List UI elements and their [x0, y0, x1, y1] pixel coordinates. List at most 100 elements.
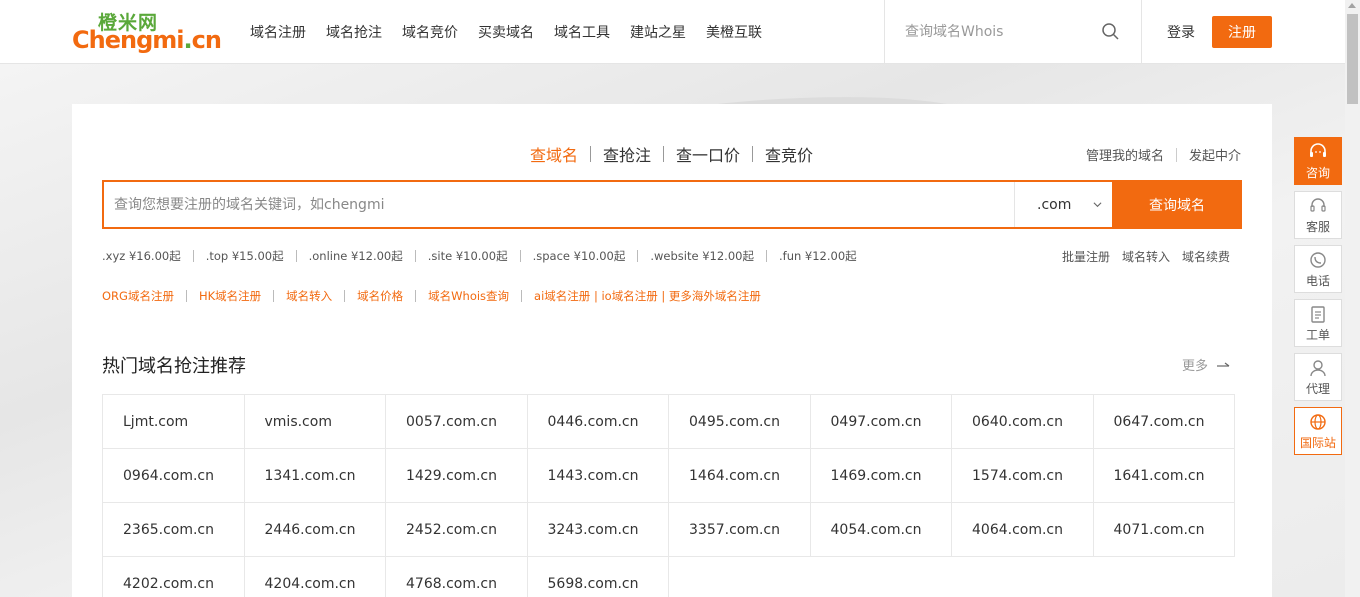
sidebar-agent[interactable]: 代理 — [1294, 353, 1342, 401]
sidebar-support-label: 客服 — [1305, 219, 1330, 234]
sidebar-consult-label: 咨询 — [1305, 165, 1330, 180]
hot-domain-cell[interactable]: 3243.com.cn — [526, 502, 669, 557]
floating-service-bar: 咨询 客服 电话 工单 代理 国际站 — [1294, 137, 1342, 461]
hot-domain-cell[interactable]: 4054.com.cn — [809, 502, 952, 557]
bulk-register-link[interactable]: 批量注册 — [1062, 248, 1110, 265]
quick-links: 批量注册 域名转入 域名续费 — [1050, 248, 1230, 265]
page-scrollbar[interactable] — [1345, 0, 1360, 597]
nav-domain-snap[interactable]: 域名抢注 — [326, 22, 382, 42]
manage-my-domains-link[interactable]: 管理我的域名 — [1086, 145, 1164, 164]
hot-domain-cell[interactable]: 0497.com.cn — [809, 394, 952, 449]
tld-selected-value: .com — [1037, 196, 1072, 213]
more-label: 更多 — [1182, 359, 1209, 374]
arrow-right-icon — [1217, 362, 1230, 367]
domain-keyword-input[interactable] — [114, 194, 994, 216]
hot-domain-cell[interactable]: 0057.com.cn — [385, 394, 528, 449]
chevron-down-icon — [1093, 202, 1102, 208]
nav-domain-tools[interactable]: 域名工具 — [554, 22, 610, 42]
search-domain-button[interactable]: 查询域名 — [1112, 180, 1242, 229]
nav-meicheng[interactable]: 美橙互联 — [706, 22, 762, 42]
price-space[interactable]: .space ¥10.00起 — [533, 248, 626, 264]
hot-domain-cell[interactable]: 1341.com.cn — [243, 448, 386, 503]
hot-domain-cell[interactable]: 0647.com.cn — [1092, 394, 1235, 449]
hot-domain-cell[interactable]: 4071.com.cn — [1092, 502, 1235, 557]
hot-domain-cell[interactable]: 1469.com.cn — [809, 448, 952, 503]
price-divider — [414, 250, 416, 262]
hot-domain-cell[interactable]: 2452.com.cn — [385, 502, 528, 557]
tab-search-snap[interactable]: 查抢注 — [603, 142, 651, 166]
sidebar-support[interactable]: 客服 — [1294, 191, 1342, 239]
hot-domain-cell[interactable]: 1443.com.cn — [526, 448, 669, 503]
ticket-icon — [1311, 305, 1325, 323]
sidebar-phone[interactable]: 电话 — [1294, 245, 1342, 293]
hot-domain-cell[interactable]: 4064.com.cn — [951, 502, 1094, 557]
hot-domain-cell[interactable]: 4204.com.cn — [243, 556, 386, 597]
hot-domain-cell[interactable]: vmis.com — [243, 394, 386, 449]
overseas-domains-link[interactable]: ai域名注册 | io域名注册 | 更多海外域名注册 — [534, 288, 761, 304]
sidebar-ticket[interactable]: 工单 — [1294, 299, 1342, 347]
price-online[interactable]: .online ¥12.00起 — [309, 248, 403, 264]
sidebar-international[interactable]: 国际站 — [1294, 407, 1342, 455]
hot-domain-cell[interactable]: 0640.com.cn — [951, 394, 1094, 449]
hot-domain-cell[interactable]: 5698.com.cn — [526, 556, 669, 597]
hot-domain-cell[interactable]: 0964.com.cn — [102, 448, 245, 503]
register-button[interactable]: 注册 — [1212, 16, 1272, 48]
tld-select[interactable]: .com — [1014, 182, 1112, 227]
hot-domain-cell[interactable]: 3357.com.cn — [668, 502, 811, 557]
promo-links: ORG域名注册 HK域名注册 域名转入 域名价格 域名Whois查询 ai域名注… — [102, 288, 761, 304]
domain-renew-link[interactable]: 域名续费 — [1182, 248, 1230, 265]
agent-icon — [1310, 359, 1326, 376]
search-icon[interactable] — [1101, 22, 1121, 42]
domain-transfer-link[interactable]: 域名转入 — [1122, 248, 1170, 265]
scroll-thumb[interactable] — [1347, 14, 1358, 104]
price-fun[interactable]: .fun ¥12.00起 — [779, 248, 857, 264]
price-website[interactable]: .website ¥12.00起 — [650, 248, 754, 264]
domain-search-bar: .com 查询域名 — [102, 180, 1242, 229]
hot-domain-cell[interactable]: 1429.com.cn — [385, 448, 528, 503]
more-link[interactable]: 更多 — [1182, 355, 1230, 374]
nav-domain-auction[interactable]: 域名竞价 — [402, 22, 458, 42]
sidebar-consult[interactable]: 咨询 — [1294, 137, 1342, 185]
hot-domain-cell[interactable]: 4768.com.cn — [385, 556, 528, 597]
hot-domain-cell[interactable]: 1464.com.cn — [668, 448, 811, 503]
org-register-link[interactable]: ORG域名注册 — [102, 288, 174, 304]
nav-buy-sell[interactable]: 买卖域名 — [478, 22, 534, 42]
sidebar-ticket-label: 工单 — [1305, 327, 1330, 342]
main-nav: 域名注册 域名抢注 域名竞价 买卖域名 域名工具 建站之星 美橙互联 — [250, 0, 782, 64]
headset-icon — [1310, 142, 1326, 157]
price-site[interactable]: .site ¥10.00起 — [428, 248, 508, 264]
promo-divider — [415, 290, 417, 302]
price-top[interactable]: .top ¥15.00起 — [206, 248, 284, 264]
promo-divider — [521, 290, 523, 302]
globe-icon — [1310, 413, 1326, 430]
hot-domain-cell[interactable]: 1574.com.cn — [951, 448, 1094, 503]
tab-search-domain[interactable]: 查域名 — [530, 142, 578, 166]
nav-site-builder[interactable]: 建站之星 — [630, 22, 686, 42]
scroll-up-arrow[interactable] — [1348, 3, 1356, 8]
price-divider — [637, 250, 639, 262]
whois-query-link[interactable]: 域名Whois查询 — [428, 288, 509, 304]
promo-divider — [344, 290, 346, 302]
tab-search-auction[interactable]: 查竞价 — [765, 142, 813, 166]
price-xyz[interactable]: .xyz ¥16.00起 — [102, 248, 181, 264]
hot-domain-cell[interactable]: 0495.com.cn — [668, 394, 811, 449]
manage-links: 管理我的域名 发起中介 — [1086, 145, 1241, 164]
hot-domain-cell[interactable]: 4202.com.cn — [102, 556, 245, 597]
login-link[interactable]: 登录 — [1167, 22, 1195, 42]
hot-domain-cell[interactable]: Ljmt.com — [102, 394, 245, 449]
tld-price-list: .xyz ¥16.00起 .top ¥15.00起 .online ¥12.00… — [102, 248, 857, 264]
tab-search-fixed-price[interactable]: 查一口价 — [676, 142, 740, 166]
hot-domain-cell[interactable]: 1641.com.cn — [1092, 448, 1235, 503]
start-escrow-link[interactable]: 发起中介 — [1189, 145, 1241, 164]
nav-domain-register[interactable]: 域名注册 — [250, 22, 306, 42]
price-divider — [192, 250, 194, 262]
whois-search-input[interactable] — [905, 20, 1095, 44]
hot-domain-cell[interactable]: 2446.com.cn — [243, 502, 386, 557]
hk-register-link[interactable]: HK域名注册 — [199, 288, 261, 304]
hot-domain-cell[interactable]: 0446.com.cn — [526, 394, 669, 449]
hot-domain-cell[interactable]: 2365.com.cn — [102, 502, 245, 557]
transfer-in-link[interactable]: 域名转入 — [286, 288, 332, 304]
site-logo[interactable]: 橙米网 Chengmi.cn — [72, 8, 222, 54]
sidebar-phone-label: 电话 — [1305, 273, 1330, 288]
domain-price-link[interactable]: 域名价格 — [357, 288, 403, 304]
